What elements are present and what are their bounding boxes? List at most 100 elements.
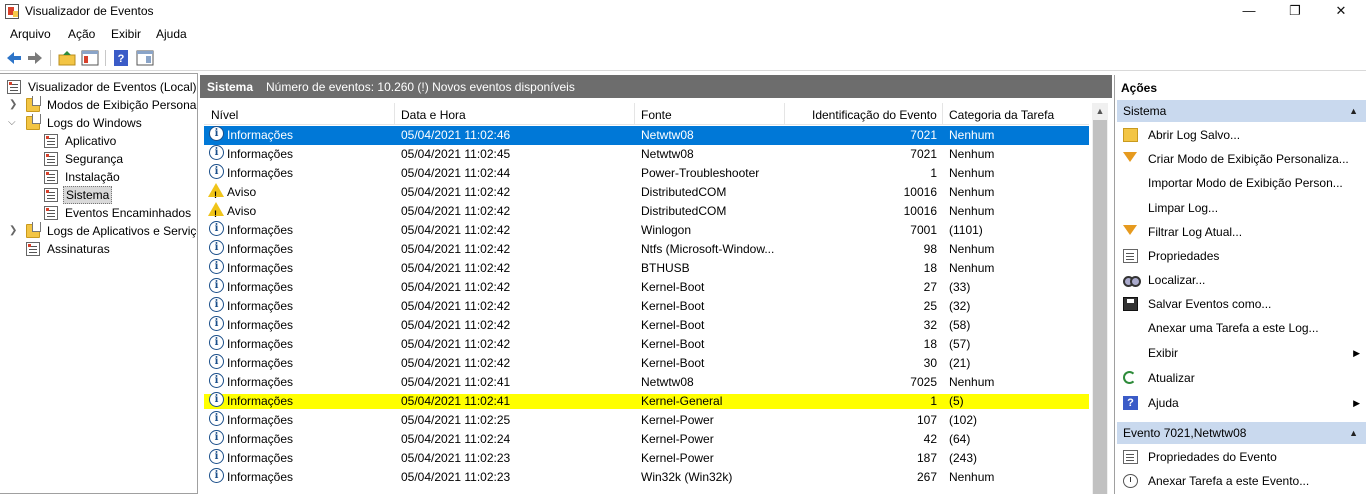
- tree-item-windows-logs[interactable]: Logs do Windows: [26, 114, 197, 132]
- cell-category: (33): [949, 280, 971, 294]
- action-importar-modo-de-exibi-o-person[interactable]: Importar Modo de Exibição Person...: [1117, 172, 1366, 194]
- action-label: Propriedades: [1148, 249, 1220, 263]
- cell-category: (243): [949, 451, 978, 465]
- cell-source: Kernel-Boot: [641, 356, 705, 370]
- expand-chevron-icon[interactable]: ❯: [9, 96, 17, 114]
- cell-source: Winlogon: [641, 223, 692, 237]
- table-row[interactable]: i Informações 05/04/2021 11:02:42 Kernel-Bo…: [204, 297, 1089, 316]
- table-row[interactable]: i Informações 05/04/2021 11:02:42 Ntfs (Mic…: [204, 240, 1089, 259]
- cell-event-id: 10016: [903, 185, 937, 199]
- help-icon[interactable]: ?: [112, 49, 130, 67]
- table-row[interactable]: i Informações 05/04/2021 11:02:42 Kernel-Bo…: [204, 335, 1089, 354]
- action-criar-modo-de-exibi-o-personaliza[interactable]: Criar Modo de Exibição Personaliza...: [1117, 148, 1366, 170]
- table-row[interactable]: i Informações 05/04/2021 11:02:46 Netwtw08 7…: [204, 126, 1089, 145]
- log-icon: [44, 170, 58, 184]
- table-row[interactable]: i Informações 05/04/2021 11:02:42 Winlogon 7…: [204, 221, 1089, 240]
- table-row[interactable]: i Informações 05/04/2021 11:02:25 Kernel-Po…: [204, 411, 1089, 430]
- cell-event-id: 30: [923, 356, 937, 370]
- events-table: Nível Data e Hora Fonte Identificação do…: [204, 103, 1089, 494]
- folder-icon: [26, 222, 41, 238]
- table-row[interactable]: i Informações 05/04/2021 11:02:42 BTHUSB 18 N…: [204, 259, 1089, 278]
- svg-text:?: ?: [118, 53, 125, 65]
- collapse-chevron-icon[interactable]: ⌵: [8, 114, 16, 132]
- action-anexar-uma-tarefa-a-este-log[interactable]: Anexar uma Tarefa a este Log...: [1117, 317, 1366, 339]
- action-filtrar-log-atual[interactable]: Filtrar Log Atual...: [1117, 221, 1366, 243]
- menu-exibir[interactable]: Exibir: [111, 27, 141, 41]
- tree-item-assinaturas[interactable]: Assinaturas: [26, 240, 197, 258]
- actions-section-event[interactable]: Evento 7021,Netwtw08 ▲: [1117, 422, 1366, 444]
- tree-item-sistema[interactable]: Sistema: [44, 186, 197, 204]
- cell-date: 05/04/2021 11:02:42: [401, 261, 511, 275]
- action-anexar-tarefa-a-este-evento[interactable]: Anexar Tarefa a este Evento...: [1117, 470, 1366, 492]
- log-header-bar: Sistema Número de eventos: 10.260 (!) No…: [200, 75, 1112, 98]
- table-row[interactable]: i Informações 05/04/2021 11:02:42 Kernel-Bo…: [204, 278, 1089, 297]
- cell-source: Netwtw08: [641, 147, 694, 161]
- show-hide-console-tree-icon[interactable]: [81, 49, 99, 67]
- tree-item-instalacao[interactable]: Instalação: [44, 168, 197, 186]
- vertical-scrollbar[interactable]: ▲: [1092, 103, 1108, 494]
- collapse-caret-icon[interactable]: ▲: [1349, 100, 1358, 122]
- back-arrow-icon[interactable]: [5, 49, 23, 67]
- action-propriedades-do-evento[interactable]: Propriedades do Evento: [1117, 446, 1366, 468]
- tree-item-event-viewer-local[interactable]: Visualizador de Eventos (Local): [7, 78, 197, 96]
- tree-item-eventos-encaminhados[interactable]: Eventos Encaminhados: [44, 204, 197, 222]
- menu-ajuda[interactable]: Ajuda: [156, 27, 187, 41]
- info-icon: i: [209, 354, 224, 369]
- table-row[interactable]: i Informações 05/04/2021 11:02:45 Netwtw08 7…: [204, 145, 1089, 164]
- cell-source: Kernel-Boot: [641, 337, 705, 351]
- table-row[interactable]: i Informações 05/04/2021 11:02:23 Kernel-Po…: [204, 449, 1089, 468]
- column-header-fonte[interactable]: Fonte: [641, 108, 672, 122]
- event-count-info: Número de eventos: 10.260 (!) Novos even…: [266, 80, 575, 94]
- column-header-data-hora[interactable]: Data e Hora: [401, 108, 466, 122]
- show-hide-action-pane-icon[interactable]: [136, 49, 154, 67]
- column-header-id-evento[interactable]: Identificação do Evento: [812, 108, 937, 122]
- cell-date: 05/04/2021 11:02:23: [401, 451, 511, 465]
- collapse-caret-icon[interactable]: ▲: [1349, 422, 1358, 444]
- table-row[interactable]: i Informações 05/04/2021 11:02:41 Kernel-Ge…: [204, 392, 1089, 411]
- table-row[interactable]: i Informações 05/04/2021 11:02:44 Power-Tro…: [204, 164, 1089, 183]
- table-row[interactable]: i Informações 05/04/2021 11:02:41 Netwtw08 7…: [204, 373, 1089, 392]
- table-row[interactable]: Aviso 05/04/2021 11:02:42 DistributedCOM 10…: [204, 202, 1089, 224]
- close-button[interactable]: ✕: [1318, 0, 1364, 23]
- table-row[interactable]: i Informações 05/04/2021 11:02:23 Win32k (W…: [204, 468, 1089, 487]
- binoculars-icon: [1123, 273, 1141, 287]
- tree-item-custom-views[interactable]: Modos de Exibição Personalizados: [26, 96, 197, 114]
- cell-date: 05/04/2021 11:02:44: [401, 166, 511, 180]
- cell-category: Nenhum: [949, 470, 995, 484]
- cell-level: Informações: [227, 337, 294, 351]
- action-exibir[interactable]: Exibir ▶: [1117, 342, 1366, 364]
- tree-item-aplicativo[interactable]: Aplicativo: [44, 132, 197, 150]
- menu-acao[interactable]: Ação: [68, 27, 95, 41]
- up-folder-icon[interactable]: [58, 49, 76, 67]
- action-ajuda[interactable]: ? Ajuda ▶: [1117, 392, 1366, 414]
- table-row[interactable]: Aviso 05/04/2021 11:02:42 DistributedCOM 10…: [204, 183, 1089, 205]
- action-limpar-log[interactable]: Limpar Log...: [1117, 197, 1366, 219]
- cell-category: (102): [949, 413, 978, 427]
- tree-item-seguranca[interactable]: Segurança: [44, 150, 197, 168]
- menu-arquivo[interactable]: Arquivo: [10, 27, 51, 41]
- column-header-nivel[interactable]: Nível: [211, 108, 238, 122]
- action-propriedades[interactable]: Propriedades: [1117, 245, 1366, 267]
- cell-event-id: 98: [923, 242, 937, 256]
- info-icon: i: [209, 373, 224, 388]
- action-localizar[interactable]: Localizar...: [1117, 269, 1366, 291]
- cell-date: 05/04/2021 11:02:42: [401, 318, 511, 332]
- actions-section-sistema[interactable]: Sistema ▲: [1117, 100, 1366, 122]
- scrollbar-thumb[interactable]: [1093, 120, 1107, 494]
- table-row[interactable]: i Informações 05/04/2021 11:02:42 Kernel-Bo…: [204, 354, 1089, 373]
- expand-chevron-icon[interactable]: ❯: [9, 222, 17, 240]
- action-abrir-log-salvo[interactable]: Abrir Log Salvo...: [1117, 124, 1366, 146]
- table-row[interactable]: i Informações 05/04/2021 11:02:42 Kernel-Bo…: [204, 316, 1089, 335]
- tree-item-app-service-logs[interactable]: Logs de Aplicativos e Serviços: [26, 222, 197, 240]
- minimize-button[interactable]: —: [1226, 0, 1272, 23]
- info-icon: i: [209, 297, 224, 312]
- table-row[interactable]: i Informações 05/04/2021 11:02:24 Kernel-Po…: [204, 430, 1089, 449]
- forward-arrow-icon[interactable]: [26, 49, 44, 67]
- scroll-up-arrow-icon[interactable]: ▲: [1092, 103, 1108, 119]
- action-atualizar[interactable]: Atualizar: [1117, 367, 1366, 389]
- filter-icon: [1123, 225, 1137, 235]
- maximize-button[interactable]: ❐: [1272, 0, 1318, 23]
- action-salvar-eventos-como[interactable]: Salvar Eventos como...: [1117, 293, 1366, 315]
- cell-event-id: 42: [923, 432, 937, 446]
- column-header-categoria[interactable]: Categoria da Tarefa: [949, 108, 1054, 122]
